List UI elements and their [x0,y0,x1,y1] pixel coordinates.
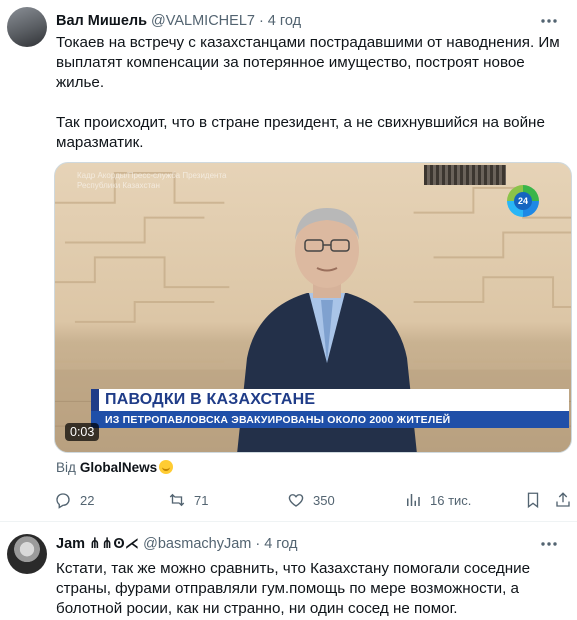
video-source: Від GlobalNews [56,458,174,476]
separator-dot: · [255,536,261,552]
bookmark-icon [527,492,539,509]
reply-button[interactable]: 22 [54,489,94,511]
author-avatar[interactable] [7,534,47,574]
video-watermark: Кадр Акорды/Пресс-служба Президента Респ… [77,171,227,190]
tweet-text-paragraph-2: Так происходит, что в стране президент, … [56,114,545,151]
reply-icon [56,493,70,509]
video-player[interactable]: Кадр Акорды/Пресс-служба Президента Респ… [54,162,572,453]
like-count: 350 [313,492,335,508]
separator-dot: · [258,13,264,29]
retweet-icon [169,493,185,507]
views-count: 16 тис. [430,492,472,508]
tweet-time[interactable]: 4 год [268,13,301,29]
tweet-reply[interactable]: Jam ⋔⋔ʘ⋌ @basmachyJam · 4 год Кстати, та… [0,523,577,620]
tweet-main[interactable]: Вал Мишель @VALMICHEL7 · 4 год Токаев на… [0,0,577,522]
channel-logo-icon: 24 [507,185,539,217]
share-button[interactable] [554,489,577,511]
wall-vent [424,165,506,185]
reply-count: 22 [80,492,95,508]
banner-subtitle: ИЗ ПЕТРОПАВЛОВСКА ЭВАКУИРОВАНЫ ОКОЛО 200… [105,413,451,426]
author-handle[interactable]: @VALMICHEL7 [151,13,255,29]
author-name[interactable]: Вал Мишель [56,13,147,29]
tweet-time[interactable]: 4 год [264,536,297,552]
source-prefix: Від [56,459,76,475]
retweet-button[interactable]: 71 [168,489,208,511]
author-name[interactable]: Jam ⋔⋔ʘ⋌ [56,536,139,552]
bookmark-button[interactable] [524,489,550,511]
retweet-count: 71 [194,492,209,508]
tweet-header: Вал Мишель @VALMICHEL7 · 4 год [56,11,301,31]
tweet-text: Кстати, так же можно сравнить, что Казах… [56,560,531,617]
tweet-text-paragraph-1: Токаев на встречу с казахстанцами постра… [56,34,560,91]
like-button[interactable]: 350 [287,489,335,511]
tweet-actions: 22 71 350 16 тис. [54,489,570,511]
share-icon [556,492,570,507]
views-icon [407,494,420,506]
source-name-link[interactable]: GlobalNews [80,460,157,475]
channel-logo-text: 24 [514,192,532,210]
author-avatar[interactable] [7,7,47,47]
banner-title: ПАВОДКИ В КАЗАХСТАНЕ [105,391,316,408]
more-icon[interactable] [539,13,559,29]
author-handle[interactable]: @basmachyJam [143,536,251,552]
like-icon [288,494,304,507]
more-icon[interactable] [539,536,559,552]
views-button[interactable]: 16 тис. [404,489,471,511]
video-duration: 0:03 [65,423,100,441]
news-banner: ПАВОДКИ В КАЗАХСТАНЕ ИЗ ПЕТРОПАВЛОВСКА Э… [91,389,569,428]
emoji-icon [159,460,174,474]
tweet-header: Jam ⋔⋔ʘ⋌ @basmachyJam · 4 год [56,534,297,554]
